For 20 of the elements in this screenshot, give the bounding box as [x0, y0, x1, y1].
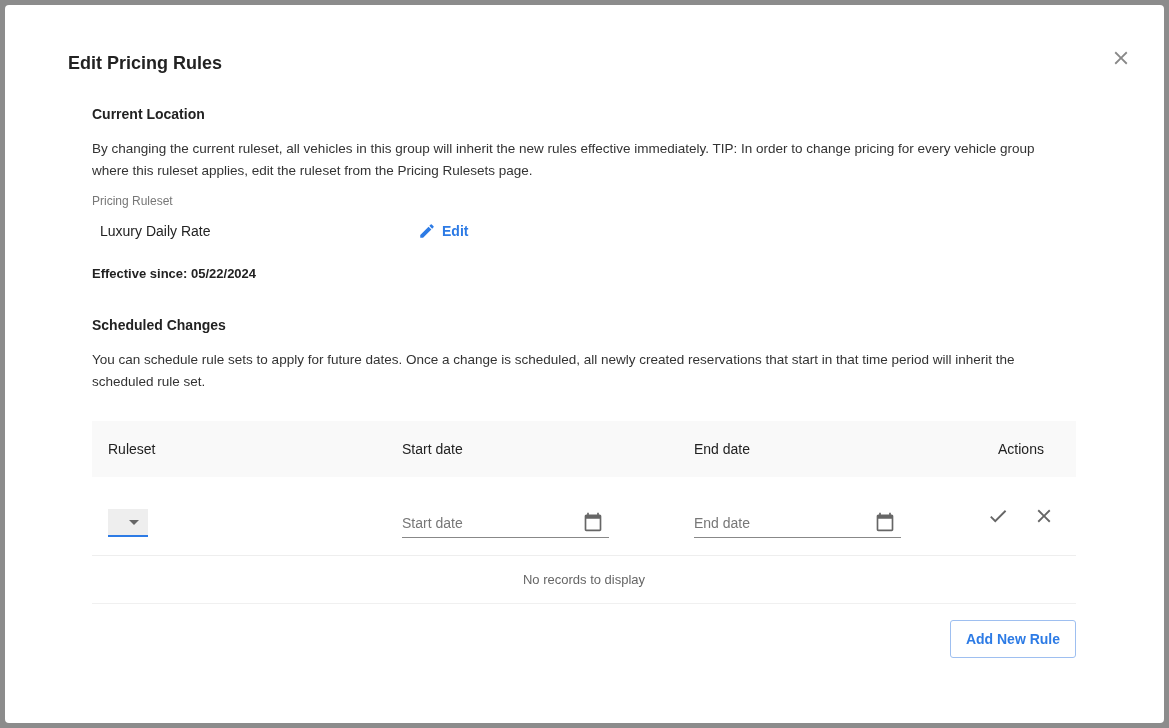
dialog-title: Edit Pricing Rules	[68, 53, 223, 74]
ruleset-dropdown[interactable]	[108, 509, 148, 537]
dropdown-caret-icon	[129, 519, 139, 525]
section-heading: Scheduled Changes	[92, 317, 227, 333]
description-text: You can schedule rule sets to apply for future dates. Once a change is scheduled, all newly created reservations that start in that time period will inherit the scheduled rule set.	[92, 351, 1016, 391]
empty-message: No records to display	[92, 556, 1076, 604]
column-header: Start date	[402, 441, 464, 457]
calendar-icon[interactable]	[875, 512, 895, 532]
column-header: End date	[694, 441, 752, 457]
edit-link[interactable]: Edit	[418, 222, 469, 240]
ruleset-name: Luxury Daily Rate	[100, 223, 212, 239]
field-label: Pricing Ruleset	[92, 194, 174, 208]
add-rule-button[interactable]: Add New Rule	[949, 620, 1076, 658]
description-text: By changing the current ruleset, all vehicles in this group will inherit the new rules effective immediately. TIP: In order to change pricing for every vehicle group where this ruleset applies, edit the ruleset from the Pricing Rulesets page.	[92, 140, 1036, 180]
pencil-icon	[418, 222, 436, 240]
column-header: Actions	[997, 441, 1045, 457]
calendar-icon[interactable]	[583, 512, 603, 532]
section-heading: Current Location	[92, 106, 206, 122]
effective-date-text: Effective since: 05/22/2024	[92, 266, 258, 281]
column-header: Ruleset	[108, 441, 157, 457]
